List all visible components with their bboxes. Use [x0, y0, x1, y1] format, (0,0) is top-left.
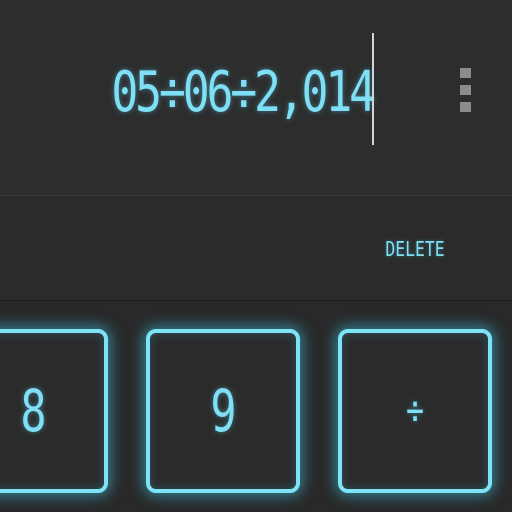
delete-row: DELETE — [0, 196, 512, 300]
menu-dot — [459, 68, 471, 78]
expression-row[interactable]: 05÷06÷2,014 — [0, 40, 430, 150]
menu-dot — [459, 102, 471, 112]
divide-button[interactable]: ÷ — [338, 329, 492, 493]
menu-dot — [459, 85, 471, 95]
key-9-button[interactable]: 9 — [146, 329, 300, 493]
overflow-menu-icon[interactable] — [458, 68, 472, 112]
key-label: 8 — [19, 377, 47, 445]
display-panel: 05÷06÷2,014 — [0, 0, 512, 195]
delete-button[interactable]: DELETE — [378, 232, 452, 266]
key-label: 9 — [209, 377, 237, 445]
keypad: 8 9 ÷ — [0, 301, 512, 512]
key-label: ÷ — [405, 388, 425, 434]
calculator-screen: 05÷06÷2,014 DELETE 8 9 ÷ — [0, 0, 512, 512]
text-cursor — [372, 33, 374, 145]
expression-text[interactable]: 05÷06÷2,014 — [112, 58, 377, 128]
key-8-button[interactable]: 8 — [0, 329, 108, 493]
